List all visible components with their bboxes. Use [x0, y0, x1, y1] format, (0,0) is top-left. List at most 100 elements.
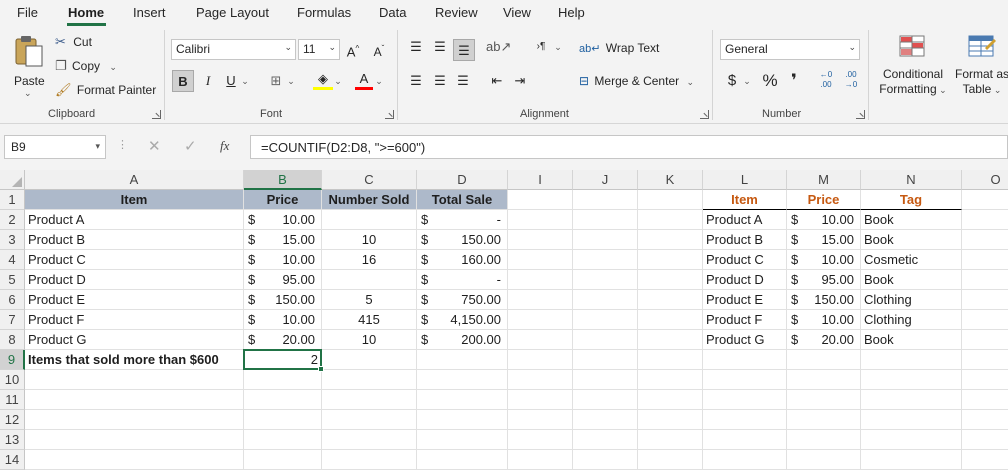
grid-cell[interactable] [962, 410, 1008, 430]
grid-cell[interactable] [508, 190, 573, 210]
header-item[interactable]: Item [25, 190, 244, 210]
grid-cell[interactable] [962, 190, 1008, 210]
grid-cell[interactable] [508, 450, 573, 470]
side-cell-price[interactable]: $150.00 [787, 290, 861, 310]
grid-cell[interactable] [573, 230, 638, 250]
grid-cell[interactable] [787, 370, 861, 390]
bold-button[interactable]: B [172, 70, 194, 92]
side-header-tag[interactable]: Tag [861, 190, 962, 210]
font-size-select[interactable]: 11 ⌄ [298, 39, 340, 60]
cell-total-sale[interactable]: $ - [417, 210, 508, 230]
grid-cell[interactable] [573, 350, 638, 370]
increase-decimal-button[interactable]: ←0 .00 [815, 70, 837, 92]
cancel-icon[interactable]: ✕ [148, 137, 161, 155]
cell-number-sold[interactable] [322, 270, 417, 290]
grid-cell[interactable] [861, 350, 962, 370]
grid-cell[interactable] [962, 290, 1008, 310]
grid-cell[interactable] [638, 190, 703, 210]
number-format-select[interactable]: General ⌄ [720, 39, 860, 60]
grid-cell[interactable] [508, 430, 573, 450]
row-header-13[interactable]: 13 [0, 430, 25, 450]
font-color-dropdown-icon[interactable]: ⌄ [374, 70, 384, 92]
row-header-7[interactable]: 7 [0, 310, 25, 330]
paste-dropdown-icon[interactable]: ⌄ [24, 88, 32, 99]
side-cell-price[interactable]: $10.00 [787, 250, 861, 270]
cell-total-sale[interactable]: $750.00 [417, 290, 508, 310]
paste-button[interactable]: Paste ⌄ [12, 34, 48, 98]
cell-item[interactable]: Product B [25, 230, 244, 250]
grid-cell[interactable] [638, 310, 703, 330]
grid-cell[interactable] [244, 410, 322, 430]
grid-cell[interactable] [573, 390, 638, 410]
grid-cell[interactable] [25, 390, 244, 410]
grid-cell[interactable] [508, 370, 573, 390]
cell-item[interactable]: Product C [25, 250, 244, 270]
grid-cell[interactable] [962, 430, 1008, 450]
side-cell-item[interactable]: Product A [703, 210, 787, 230]
cell-total-sale[interactable]: $150.00 [417, 230, 508, 250]
decrease-indent-icon[interactable]: ⇤ [487, 70, 507, 92]
tab-page-layout[interactable]: Page Layout [196, 5, 269, 20]
grid-cell[interactable] [703, 390, 787, 410]
tab-insert[interactable]: Insert [133, 5, 166, 20]
cell-price[interactable]: $10.00 [244, 250, 322, 270]
side-cell-tag[interactable]: Clothing [861, 290, 962, 310]
row-header-12[interactable]: 12 [0, 410, 25, 430]
grid-cell[interactable] [322, 410, 417, 430]
cell-price[interactable]: $10.00 [244, 210, 322, 230]
side-cell-price[interactable]: $10.00 [787, 210, 861, 230]
cell-total-sale[interactable]: $ - [417, 270, 508, 290]
summary-value[interactable]: 2 [244, 350, 322, 370]
cell-number-sold[interactable]: 16 [322, 250, 417, 270]
cell-number-sold[interactable]: 5 [322, 290, 417, 310]
grid-cell[interactable] [962, 370, 1008, 390]
font-color-icon[interactable]: A [355, 70, 373, 90]
tab-view[interactable]: View [503, 5, 531, 20]
header-number-sold[interactable]: Number Sold [322, 190, 417, 210]
grid-cell[interactable] [417, 430, 508, 450]
wrap-text-button[interactable]: ab↵ Wrap Text [579, 41, 659, 55]
name-box[interactable]: B9 ▾ [4, 135, 106, 159]
grid-cell[interactable] [638, 370, 703, 390]
grid-cell[interactable] [508, 310, 573, 330]
grid-cell[interactable] [638, 350, 703, 370]
row-header-2[interactable]: 2 [0, 210, 25, 230]
grid-cell[interactable] [962, 210, 1008, 230]
grid-cell[interactable] [322, 450, 417, 470]
column-header-c[interactable]: C [322, 170, 417, 190]
grid-cell[interactable] [25, 430, 244, 450]
side-cell-item[interactable]: Product B [703, 230, 787, 250]
cell-number-sold[interactable] [322, 210, 417, 230]
cell-number-sold[interactable]: 10 [322, 230, 417, 250]
number-launcher-icon[interactable] [856, 110, 865, 119]
grid-cell[interactable] [25, 370, 244, 390]
side-cell-item[interactable]: Product F [703, 310, 787, 330]
grid-cell[interactable] [417, 450, 508, 470]
align-right-icon[interactable]: ☰ [453, 70, 473, 92]
grid-cell[interactable] [25, 450, 244, 470]
alignment-launcher-icon[interactable] [700, 110, 709, 119]
grid-cell[interactable] [322, 350, 417, 370]
row-header-9[interactable]: 9 [0, 350, 25, 370]
column-header-m[interactable]: M [787, 170, 861, 190]
side-cell-item[interactable]: Product D [703, 270, 787, 290]
grid-cell[interactable] [962, 390, 1008, 410]
align-middle-icon[interactable]: ☰ [430, 36, 450, 58]
grid-cell[interactable] [508, 230, 573, 250]
grid-cell[interactable] [787, 430, 861, 450]
grid-cell[interactable] [508, 210, 573, 230]
grid-cell[interactable] [508, 330, 573, 350]
cell-item[interactable]: Product E [25, 290, 244, 310]
copy-button[interactable]: ❐ Copy ⌄ [55, 58, 117, 74]
cell-item[interactable]: Product F [25, 310, 244, 330]
grid-cell[interactable] [787, 410, 861, 430]
summary-label[interactable]: Items that sold more than $600 [25, 350, 244, 370]
grid-cell[interactable] [638, 410, 703, 430]
grid-cell[interactable] [703, 430, 787, 450]
side-cell-price[interactable]: $20.00 [787, 330, 861, 350]
tab-home[interactable]: Home [68, 5, 104, 20]
tab-formulas[interactable]: Formulas [297, 5, 351, 20]
fill-color-icon[interactable]: ◈ [313, 70, 333, 90]
grid-cell[interactable] [703, 350, 787, 370]
grid-cell[interactable] [638, 430, 703, 450]
